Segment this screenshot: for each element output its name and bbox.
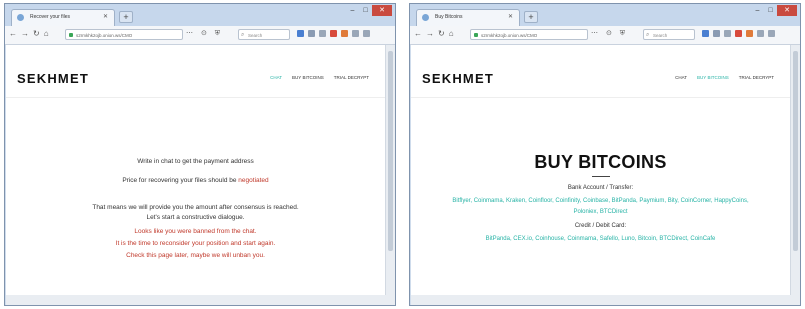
reconsider-text: It is the time to reconsider your positi… — [115, 240, 276, 247]
tab-title: Buy Bitcoins — [435, 14, 463, 20]
close-tab-icon[interactable]: ✕ — [103, 13, 108, 20]
lock-icon — [69, 33, 73, 37]
url-text: s2rmkhk2ojb.onion.ws/CMO — [481, 33, 538, 38]
browser-tab[interactable]: Recover your files ✕ — [11, 9, 115, 26]
new-tab-button[interactable]: + — [119, 11, 133, 23]
title-bar: Recover your files ✕ + – □ ✕ — [5, 4, 395, 26]
divider — [6, 97, 385, 98]
price-text: Price for recovering your files should b… — [6, 177, 385, 184]
dialogue-text: Let's start a constructive dialogue. — [146, 214, 245, 221]
bank-transfer-links[interactable]: Bitflyer, Coinmama, Kraken, Coinfloor, C… — [411, 196, 790, 207]
unban-text: Check this page later, maybe we will unb… — [126, 252, 265, 259]
scrollbar-thumb[interactable] — [388, 51, 393, 251]
site-logo[interactable]: SEKHMET — [422, 71, 494, 86]
extension-icon[interactable] — [308, 30, 315, 37]
search-icon: ⌕ — [241, 32, 245, 38]
extension-icon[interactable] — [330, 30, 337, 37]
extension-icon[interactable] — [713, 30, 720, 37]
menu-icon[interactable] — [768, 30, 775, 37]
payment-address-text: Write in chat to get the payment address — [137, 158, 254, 165]
extension-icon[interactable] — [735, 30, 742, 37]
scrollbar-thumb[interactable] — [793, 51, 798, 251]
extension-icon[interactable] — [746, 30, 753, 37]
consensus-text: That means we will provide you the amoun… — [92, 204, 299, 211]
bank-transfer-links-2[interactable]: Poloniex, BTCDirect — [411, 207, 790, 218]
menu-item-chat[interactable]: CHAT — [675, 75, 687, 80]
card-label: Credit / Debit Card: — [574, 223, 627, 229]
extension-icon[interactable] — [319, 30, 326, 37]
extension-icon[interactable] — [757, 30, 764, 37]
price-prefix: Price for recovering your files should b… — [122, 177, 239, 184]
site-header: SEKHMET CHAT BUY BITCOINS TRIAL DECRYPT — [411, 45, 790, 97]
page-title: BUY BITCOINS — [534, 152, 667, 172]
bank-transfer-label: Bank Account / Transfer: — [567, 185, 634, 191]
divider — [411, 97, 790, 98]
extension-icons — [702, 30, 775, 37]
favicon-icon — [422, 14, 429, 21]
browser-toolbar: ←→↻⌂ s2rmkhk2ojb.onion.ws/CMO ⋯ ⊙ ⛨ ⌕ Se… — [5, 26, 395, 45]
status-strip — [6, 295, 395, 305]
url-action-icons[interactable]: ⋯ ⊙ ⛨ — [591, 29, 628, 38]
window-controls: – □ ✕ — [346, 5, 392, 18]
extension-icon[interactable] — [341, 30, 348, 37]
title-underline — [591, 176, 610, 177]
favicon-icon — [17, 14, 24, 21]
page-content: SEKHMET CHAT BUY BITCOINS TRIAL DECRYPT … — [6, 45, 385, 295]
menu-item-chat[interactable]: CHAT — [270, 75, 282, 80]
site-logo[interactable]: SEKHMET — [17, 71, 89, 86]
nav-icons[interactable]: ←→↻⌂ — [414, 29, 458, 38]
browser-window-left: Recover your files ✕ + – □ ✕ ←→↻⌂ s2rmkh… — [4, 3, 396, 306]
extension-icon[interactable] — [297, 30, 304, 37]
menu-item-trial-decrypt[interactable]: TRIAL DECRYPT — [334, 75, 369, 80]
close-window-icon[interactable]: ✕ — [777, 5, 797, 16]
new-tab-button[interactable]: + — [524, 11, 538, 23]
scrollbar[interactable] — [385, 45, 395, 295]
negotiated-link[interactable]: negotiated — [238, 177, 268, 184]
url-text: s2rmkhk2ojb.onion.ws/CMO — [76, 33, 133, 38]
search-bar[interactable]: ⌕ Search — [238, 29, 290, 40]
url-bar[interactable]: s2rmkhk2ojb.onion.ws/CMO — [65, 29, 183, 40]
url-action-icons[interactable]: ⋯ ⊙ ⛨ — [186, 29, 223, 38]
nav-icons[interactable]: ←→↻⌂ — [9, 29, 53, 38]
maximize-icon[interactable]: □ — [764, 5, 777, 16]
menu-item-buy-bitcoins[interactable]: BUY BITCOINS — [292, 75, 324, 80]
menu-icon[interactable] — [363, 30, 370, 37]
extension-icon[interactable] — [352, 30, 359, 37]
search-placeholder: Search — [248, 33, 263, 38]
minimize-icon[interactable]: – — [346, 5, 359, 16]
maximize-icon[interactable]: □ — [359, 5, 372, 16]
site-menu: CHAT BUY BITCOINS TRIAL DECRYPT — [270, 75, 369, 80]
status-strip — [411, 295, 800, 305]
close-tab-icon[interactable]: ✕ — [508, 13, 513, 20]
browser-toolbar: ←→↻⌂ s2rmkhk2ojb.onion.ws/CMO ⋯ ⊙ ⛨ ⌕ Se… — [410, 26, 800, 45]
search-placeholder: Search — [653, 33, 668, 38]
extension-icons — [297, 30, 370, 37]
close-window-icon[interactable]: ✕ — [372, 5, 392, 16]
lock-icon — [474, 33, 478, 37]
menu-item-buy-bitcoins[interactable]: BUY BITCOINS — [697, 75, 729, 80]
minimize-icon[interactable]: – — [751, 5, 764, 16]
site-header: SEKHMET CHAT BUY BITCOINS TRIAL DECRYPT — [6, 45, 385, 97]
url-bar[interactable]: s2rmkhk2ojb.onion.ws/CMO — [470, 29, 588, 40]
extension-icon[interactable] — [702, 30, 709, 37]
menu-item-trial-decrypt[interactable]: TRIAL DECRYPT — [739, 75, 774, 80]
title-bar: Buy Bitcoins ✕ + – □ ✕ — [410, 4, 800, 26]
page-content: SEKHMET CHAT BUY BITCOINS TRIAL DECRYPT … — [411, 45, 790, 295]
browser-tab[interactable]: Buy Bitcoins ✕ — [416, 9, 520, 26]
search-icon: ⌕ — [646, 32, 650, 38]
site-menu: CHAT BUY BITCOINS TRIAL DECRYPT — [675, 75, 774, 80]
search-bar[interactable]: ⌕ Search — [643, 29, 695, 40]
card-links[interactable]: BitPanda, CEX.io, Coinhouse, Coinmama, S… — [411, 234, 790, 245]
scrollbar[interactable] — [790, 45, 800, 295]
tab-title: Recover your files — [30, 14, 71, 20]
banned-text: Looks like you were banned from the chat… — [134, 228, 257, 235]
window-controls: – □ ✕ — [751, 5, 797, 18]
browser-window-right: Buy Bitcoins ✕ + – □ ✕ ←→↻⌂ s2rmkhk2ojb.… — [409, 3, 801, 306]
extension-icon[interactable] — [724, 30, 731, 37]
